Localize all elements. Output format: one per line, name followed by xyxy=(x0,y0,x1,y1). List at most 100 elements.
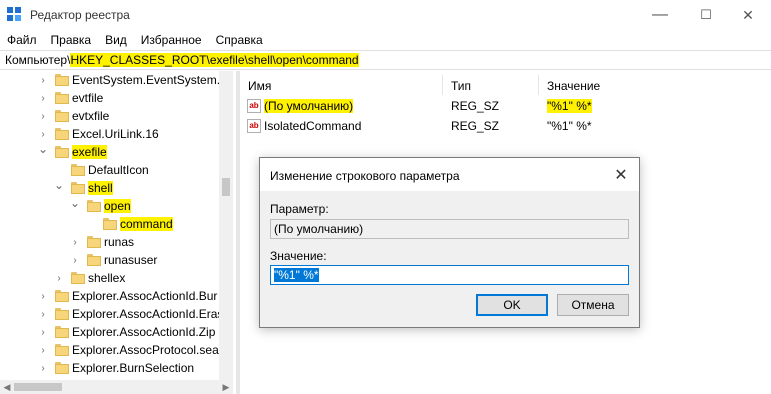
menu-bar: Файл Правка Вид Избранное Справка xyxy=(0,30,771,50)
folder-icon xyxy=(55,146,69,159)
chevron-down-icon[interactable]: ⌄ xyxy=(38,140,48,158)
tree-node-label: Explorer.AssocProtocol.sear xyxy=(72,343,223,357)
edit-string-dialog: Изменение строкового параметра ✕ Парамет… xyxy=(259,157,640,328)
column-type[interactable]: Тип xyxy=(451,79,471,93)
column-name[interactable]: Имя xyxy=(248,79,271,93)
address-bar[interactable]: Компьютер\ HKEY_CLASSES_ROOT\exefile\shel… xyxy=(0,50,771,70)
scrollbar-thumb[interactable] xyxy=(222,178,230,196)
tree-node[interactable]: command xyxy=(0,215,219,233)
window-title: Редактор реестра xyxy=(30,8,130,22)
folder-icon xyxy=(55,344,69,357)
folder-icon xyxy=(55,362,69,375)
value-name: (По умолчанию) xyxy=(264,99,354,113)
chevron-right-icon[interactable]: › xyxy=(38,71,48,89)
tree-node[interactable]: › EventSystem.EventSystem.1 xyxy=(0,71,226,89)
value-row[interactable]: ab IsolatedCommand REG_SZ "%1" %* xyxy=(240,117,771,137)
folder-icon xyxy=(55,92,69,105)
chevron-right-icon[interactable]: › xyxy=(38,287,48,305)
value-label: Значение: xyxy=(270,249,327,263)
tree-node[interactable]: › Explorer.AssocActionId.Zip xyxy=(0,323,219,341)
scrollbar-thumb[interactable] xyxy=(14,383,62,391)
value-type: REG_SZ xyxy=(451,99,500,113)
menu-file[interactable]: Файл xyxy=(0,33,44,47)
value-type: REG_SZ xyxy=(451,119,500,133)
folder-icon xyxy=(55,74,69,87)
chevron-right-icon[interactable]: › xyxy=(54,269,64,287)
scroll-right-icon[interactable]: ▶ xyxy=(219,380,233,394)
folder-icon xyxy=(55,290,69,303)
tree-node-label: open xyxy=(104,199,131,213)
tree-node-label: evtfile xyxy=(72,91,104,105)
menu-view[interactable]: Вид xyxy=(98,33,134,47)
tree-node-label: runas xyxy=(104,235,135,249)
chevron-right-icon[interactable]: › xyxy=(38,107,48,125)
value-row[interactable]: ab (По умолчанию) REG_SZ "%1" %* xyxy=(240,97,771,117)
registry-tree: › EventSystem.EventSystem.1 › evtfile › evtxf… xyxy=(0,71,233,380)
tree-node[interactable]: ⌄ shell xyxy=(0,176,219,197)
tree-node[interactable]: › Explorer.AssocProtocol.sear xyxy=(0,341,222,359)
value-data-input[interactable]: "%1" %* xyxy=(270,265,629,285)
tree-node[interactable]: › shellex xyxy=(0,269,219,287)
close-button[interactable]: ✕ xyxy=(725,0,771,30)
tree-node[interactable]: › evtxfile xyxy=(0,107,219,125)
dialog-title: Изменение строкового параметра xyxy=(270,169,460,183)
menu-favorites[interactable]: Избранное xyxy=(134,33,209,47)
tree-node[interactable]: › evtfile xyxy=(0,89,219,107)
tree-node[interactable]: › runas xyxy=(0,233,219,251)
string-value-icon: ab xyxy=(247,119,261,133)
tree-node-label: runasuser xyxy=(104,253,158,267)
chevron-down-icon[interactable]: ⌄ xyxy=(54,176,64,194)
cancel-button[interactable]: Отмена xyxy=(557,294,629,316)
chevron-down-icon[interactable]: ⌄ xyxy=(70,194,80,212)
tree-node[interactable]: › Excel.UriLink.16 xyxy=(0,125,219,143)
folder-icon xyxy=(103,218,117,231)
menu-edit[interactable]: Правка xyxy=(44,33,99,47)
dialog-title-bar[interactable]: Изменение строкового параметра ✕ xyxy=(260,158,639,191)
column-separator[interactable] xyxy=(538,75,539,95)
tree-node-label: Explorer.AssocActionId.Eras xyxy=(72,307,224,321)
chevron-right-icon[interactable]: › xyxy=(38,305,48,323)
tree-horizontal-scrollbar[interactable]: ◀ ▶ xyxy=(0,380,233,394)
column-separator[interactable] xyxy=(442,75,443,95)
tree-node-label: Explorer.AssocActionId.Bur xyxy=(72,289,218,303)
minimize-button[interactable]: — xyxy=(637,0,683,30)
string-value-icon: ab xyxy=(247,99,261,113)
tree-node-label: Excel.UriLink.16 xyxy=(72,127,159,141)
chevron-right-icon[interactable] xyxy=(86,215,96,233)
tree-node-label: Explorer.AssocActionId.Zip xyxy=(72,325,216,339)
value-name: IsolatedCommand xyxy=(264,119,362,133)
chevron-right-icon[interactable]: › xyxy=(70,233,80,251)
chevron-right-icon[interactable]: › xyxy=(38,323,48,341)
dialog-close-icon[interactable]: ✕ xyxy=(611,165,631,185)
folder-icon xyxy=(55,110,69,123)
tree-node[interactable]: ⌄ exefile xyxy=(0,140,219,161)
chevron-right-icon[interactable]: › xyxy=(70,251,80,269)
address-path: HKEY_CLASSES_ROOT\exefile\shell\open\com… xyxy=(70,53,359,67)
tree-node-label: EventSystem.EventSystem.1 xyxy=(72,73,227,87)
tree-node[interactable]: DefaultIcon xyxy=(0,161,219,179)
column-value[interactable]: Значение xyxy=(547,79,600,93)
chevron-right-icon[interactable]: › xyxy=(38,89,48,107)
scroll-left-icon[interactable]: ◀ xyxy=(0,380,14,394)
folder-icon xyxy=(55,128,69,141)
maximize-button[interactable]: ☐ xyxy=(683,0,729,30)
folder-icon xyxy=(87,200,101,213)
tree-node-label: Explorer.BurnSelection xyxy=(72,361,195,375)
regedit-icon xyxy=(7,7,23,23)
menu-help[interactable]: Справка xyxy=(209,33,270,47)
tree-node[interactable]: › Explorer.AssocActionId.Eras xyxy=(0,305,223,323)
tree-node-label: exefile xyxy=(72,145,107,159)
chevron-right-icon[interactable]: › xyxy=(38,359,48,377)
tree-node-label: DefaultIcon xyxy=(88,163,149,177)
tree-node[interactable]: ⌄ open xyxy=(0,194,219,215)
chevron-right-icon[interactable]: › xyxy=(38,341,48,359)
folder-icon xyxy=(87,254,101,267)
tree-node[interactable]: › Explorer.AssocActionId.Bur xyxy=(0,287,219,305)
folder-icon xyxy=(71,272,85,285)
tree-node[interactable]: › Explorer.BurnSelection xyxy=(0,359,219,377)
tree-vertical-scrollbar[interactable] xyxy=(219,71,233,380)
ok-button[interactable]: OK xyxy=(476,294,548,316)
tree-node[interactable]: › runasuser xyxy=(0,251,219,269)
address-prefix: Компьютер\ xyxy=(5,53,71,67)
tree-node-label: command xyxy=(120,217,173,231)
